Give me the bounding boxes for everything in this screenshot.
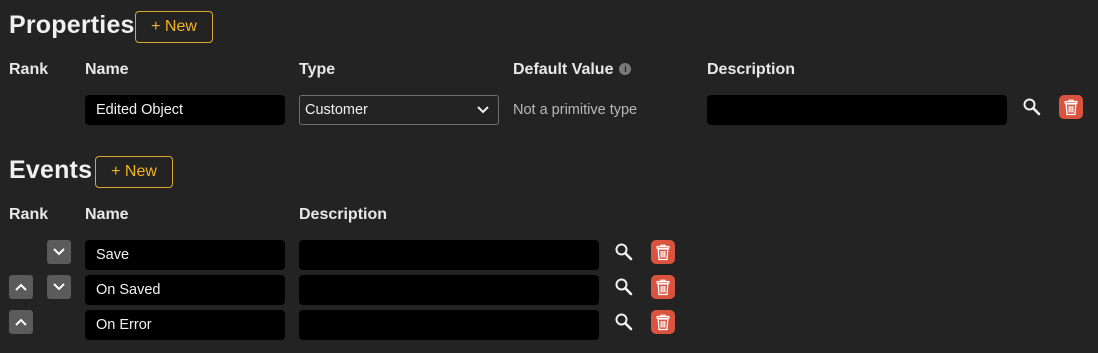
properties-header-description: Description — [707, 61, 796, 78]
move-down-button[interactable] — [47, 275, 71, 299]
events-header-name: Name — [85, 206, 129, 223]
chevron-down-icon — [53, 248, 65, 256]
property-name-input[interactable]: Edited Object — [85, 95, 285, 125]
add-property-button[interactable]: + New — [135, 11, 213, 43]
properties-header-rank: Rank — [9, 61, 49, 78]
event-name-input[interactable]: Save — [85, 240, 285, 270]
search-icon[interactable] — [613, 241, 635, 263]
properties-header-name: Name — [85, 61, 129, 78]
event-name-input[interactable]: On Saved — [85, 275, 285, 305]
chevron-down-icon — [477, 106, 489, 114]
properties-header-type: Type — [299, 61, 336, 78]
event-name-input[interactable]: On Error — [85, 310, 285, 340]
trash-icon — [1064, 99, 1078, 115]
chevron-up-icon — [15, 318, 27, 326]
search-icon[interactable] — [613, 311, 635, 333]
property-description-input[interactable] — [707, 95, 1007, 125]
trash-icon — [656, 279, 670, 295]
trash-icon — [656, 244, 670, 260]
move-up-button[interactable] — [9, 275, 33, 299]
chevron-down-icon — [53, 283, 65, 291]
delete-event-button[interactable] — [651, 310, 675, 334]
event-description-input[interactable] — [299, 275, 599, 305]
events-header-description: Description — [299, 206, 388, 223]
add-event-button[interactable]: + New — [95, 156, 173, 188]
properties-header-default-value: Default Value i — [513, 61, 632, 79]
event-description-input[interactable] — [299, 310, 599, 340]
event-description-input[interactable] — [299, 240, 599, 270]
chevron-up-icon — [15, 283, 27, 291]
trash-icon — [656, 314, 670, 330]
property-type-value: Customer — [305, 102, 368, 118]
properties-title: Properties — [9, 11, 135, 39]
delete-property-button[interactable] — [1059, 95, 1083, 119]
delete-event-button[interactable] — [651, 275, 675, 299]
default-value-label: Default Value — [513, 61, 614, 78]
move-up-button[interactable] — [9, 310, 33, 334]
info-icon[interactable]: i — [619, 62, 632, 75]
events-title: Events — [9, 156, 93, 184]
search-icon[interactable] — [1021, 96, 1043, 118]
move-down-button[interactable] — [47, 240, 71, 264]
property-type-select[interactable]: Customer — [299, 95, 499, 125]
search-icon[interactable] — [613, 276, 635, 298]
events-header-rank: Rank — [9, 206, 49, 223]
property-default-value: Not a primitive type — [513, 102, 638, 118]
delete-event-button[interactable] — [651, 240, 675, 264]
